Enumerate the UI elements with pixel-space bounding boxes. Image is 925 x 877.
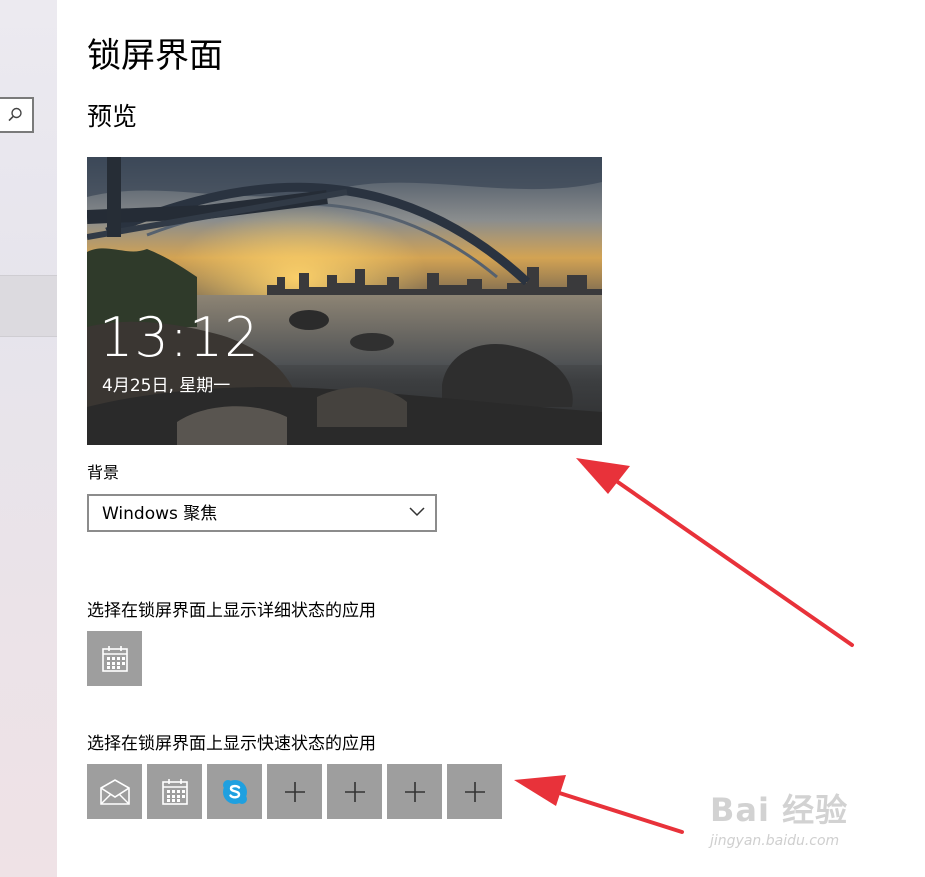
quick-status-app-mail[interactable] — [87, 764, 142, 819]
quick-status-add-slot-2[interactable] — [327, 764, 382, 819]
quick-status-app-calendar[interactable] — [147, 764, 202, 819]
background-label: 背景 — [87, 463, 120, 482]
quick-status-label: 选择在锁屏界面上显示快速状态的应用 — [87, 734, 376, 754]
plus-icon — [284, 781, 305, 802]
background-dropdown[interactable]: Windows 聚焦 — [87, 494, 437, 532]
calendar-icon — [101, 645, 128, 672]
skype-icon — [222, 779, 247, 804]
quick-status-app-skype[interactable] — [207, 764, 262, 819]
plus-icon — [344, 781, 365, 802]
watermark-url: jingyan.baidu.com — [710, 833, 840, 849]
lock-screen-preview: 13:12 4月25日, 星期一 — [87, 157, 602, 445]
search-icon — [8, 107, 22, 122]
quick-status-add-slot-3[interactable] — [387, 764, 442, 819]
nav-pane — [0, 0, 57, 877]
quick-status-add-slot-4[interactable] — [447, 764, 502, 819]
nav-item-selected[interactable] — [0, 275, 57, 337]
preview-background-image — [87, 157, 602, 445]
page-title: 锁屏界面 — [87, 36, 223, 76]
annotation-arrow-quick-status — [514, 775, 684, 834]
background-selected-value: Windows 聚焦 — [102, 504, 218, 524]
baidu-watermark: Bai 经验 jingyan.baidu.com — [700, 775, 890, 865]
mail-icon — [99, 778, 130, 805]
quick-status-add-slot-1[interactable] — [267, 764, 322, 819]
lock-date: 4月25日, 星期一 — [102, 376, 231, 396]
lock-clock: 13:12 — [99, 306, 260, 369]
plus-icon — [464, 781, 485, 802]
watermark-brand: Bai 经验 — [710, 791, 849, 829]
plus-icon — [404, 781, 425, 802]
search-box[interactable] — [0, 97, 34, 133]
preview-heading: 预览 — [87, 102, 138, 131]
annotation-arrow-preview — [576, 458, 854, 647]
chevron-down-icon — [409, 507, 425, 517]
calendar-icon — [161, 778, 188, 805]
detailed-status-app-calendar[interactable] — [87, 631, 142, 686]
detailed-status-label: 选择在锁屏界面上显示详细状态的应用 — [87, 601, 376, 621]
